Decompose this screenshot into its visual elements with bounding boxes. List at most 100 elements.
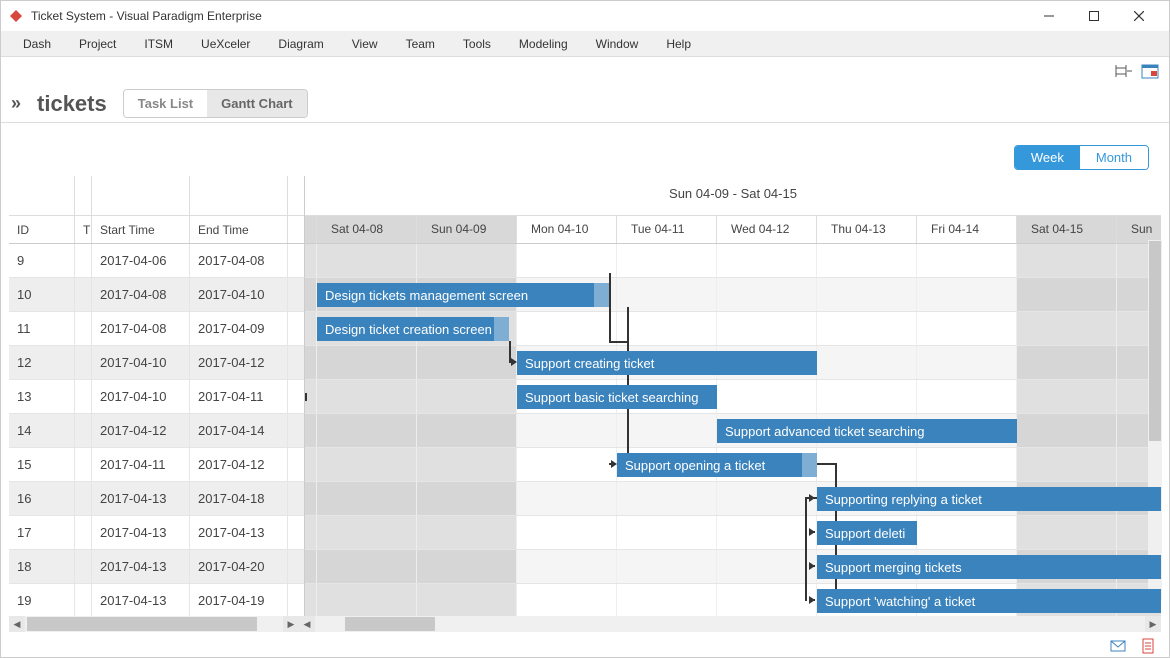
table-row[interactable]: 12 2017-04-10 2017-04-12 — [9, 346, 304, 380]
scroll-left-arrow-icon[interactable]: ◀ — [9, 616, 25, 632]
day-column-header[interactable]: Sun 04-09 — [417, 216, 517, 243]
vertical-scrollbar[interactable] — [1148, 240, 1162, 600]
tab-task-list[interactable]: Task List — [124, 90, 207, 117]
cell-id: 19 — [9, 584, 75, 616]
menu-itsm[interactable]: ITSM — [130, 33, 187, 55]
menu-dash[interactable]: Dash — [9, 33, 65, 55]
page-header: » tickets Task List Gantt Chart — [1, 85, 1169, 123]
table-row[interactable]: 11 2017-04-08 2017-04-09 — [9, 312, 304, 346]
cell-t — [75, 516, 92, 549]
gantt-row: Support opening a ticket — [305, 448, 1161, 482]
scroll-thumb[interactable] — [345, 617, 435, 631]
maximize-button[interactable] — [1071, 1, 1116, 31]
day-column-header[interactable]: Thu 04-13 — [817, 216, 917, 243]
gantt-row: Design tickets management screen — [305, 278, 1161, 312]
column-id-header[interactable]: ID — [9, 216, 75, 243]
day-column-header[interactable]: Fri 04-14 — [917, 216, 1017, 243]
menu-window[interactable]: Window — [582, 33, 653, 55]
menu-uexceler[interactable]: UeXceler — [187, 33, 264, 55]
cell-t — [75, 380, 92, 413]
view-week-button[interactable]: Week — [1015, 146, 1080, 169]
gantt-bar[interactable]: Support creating ticket — [517, 351, 817, 375]
day-column-header[interactable]: Mon 04-10 — [517, 216, 617, 243]
menu-project[interactable]: Project — [65, 33, 130, 55]
day-column-header[interactable]: Sat 04-08 — [317, 216, 417, 243]
gantt-bar[interactable]: Design ticket creation screen — [317, 317, 509, 341]
scroll-left-arrow-icon[interactable]: ◀ — [299, 616, 315, 632]
table-row[interactable]: 15 2017-04-11 2017-04-12 — [9, 448, 304, 482]
cell-extra — [288, 346, 304, 379]
cell-t — [75, 584, 92, 616]
column-t-header[interactable]: T — [75, 216, 92, 243]
gantt-bar[interactable]: Support 'watching' a ticket — [817, 589, 1161, 613]
scroll-thumb[interactable] — [1149, 241, 1161, 441]
gantt-bar[interactable]: Support merging tickets — [817, 555, 1161, 579]
scroll-right-arrow-icon[interactable]: ▶ — [283, 616, 299, 632]
menu-modeling[interactable]: Modeling — [505, 33, 582, 55]
table-row[interactable]: 19 2017-04-13 2017-04-19 — [9, 584, 304, 616]
cell-id: 9 — [9, 244, 75, 277]
cell-start: 2017-04-13 — [92, 516, 190, 549]
cell-end: 2017-04-10 — [190, 278, 288, 311]
cell-end: 2017-04-09 — [190, 312, 288, 345]
minimize-button[interactable] — [1026, 1, 1071, 31]
day-column-header[interactable]: Sat 04-15 — [1017, 216, 1117, 243]
gantt-row: Support creating ticket — [305, 346, 1161, 380]
gantt-hscroll[interactable]: ◀ ▶ — [299, 616, 1161, 632]
status-bar — [1110, 638, 1156, 654]
cell-end: 2017-04-13 — [190, 516, 288, 549]
gantt-row: Supporting replying a ticket — [305, 482, 1161, 516]
table-row[interactable]: 17 2017-04-13 2017-04-13 — [9, 516, 304, 550]
cell-start: 2017-04-10 — [92, 380, 190, 413]
menu-view[interactable]: View — [338, 33, 392, 55]
cell-extra — [288, 584, 304, 616]
menu-diagram[interactable]: Diagram — [264, 33, 337, 55]
view-toggle-row: Week Month — [1, 127, 1169, 176]
cell-id: 10 — [9, 278, 75, 311]
window-title: Ticket System - Visual Paradigm Enterpri… — [31, 9, 1026, 23]
table-header: ID T Start Time End Time — [9, 216, 304, 244]
table-row[interactable]: 16 2017-04-13 2017-04-18 — [9, 482, 304, 516]
cell-end: 2017-04-08 — [190, 244, 288, 277]
document-icon[interactable] — [1140, 638, 1156, 654]
day-column-header[interactable]: Tue 04-11 — [617, 216, 717, 243]
cell-extra — [288, 244, 304, 277]
view-month-button[interactable]: Month — [1080, 146, 1148, 169]
table-row[interactable]: 18 2017-04-13 2017-04-20 — [9, 550, 304, 584]
close-button[interactable] — [1116, 1, 1161, 31]
table-row[interactable]: 13 2017-04-10 2017-04-11 — [9, 380, 304, 414]
scroll-right-arrow-icon[interactable]: ▶ — [1145, 616, 1161, 632]
cell-start: 2017-04-13 — [92, 482, 190, 515]
column-extra-header[interactable] — [288, 216, 304, 243]
table-row[interactable]: 9 2017-04-06 2017-04-08 — [9, 244, 304, 278]
menu-tools[interactable]: Tools — [449, 33, 505, 55]
cell-end: 2017-04-12 — [190, 346, 288, 379]
day-column-header[interactable]: Sun — [1117, 216, 1161, 243]
mail-icon[interactable] — [1110, 638, 1126, 654]
gantt-bar[interactable]: Support deleti — [817, 521, 917, 545]
baseline-icon[interactable] — [1115, 62, 1133, 80]
cell-extra — [288, 380, 304, 413]
gantt-bar[interactable]: Design tickets management screen — [317, 283, 609, 307]
gantt-bar[interactable]: Support advanced ticket searching — [717, 419, 1017, 443]
cell-end: 2017-04-14 — [190, 414, 288, 447]
cell-extra — [288, 414, 304, 447]
gantt-bar[interactable]: Support opening a ticket — [617, 453, 817, 477]
gantt-bar[interactable]: Supporting replying a ticket — [817, 487, 1161, 511]
table-row[interactable]: 10 2017-04-08 2017-04-10 — [9, 278, 304, 312]
gantt-row — [305, 244, 1161, 278]
table-hscroll[interactable]: ◀ ▶ — [9, 616, 299, 632]
calendar-icon[interactable] — [1141, 62, 1159, 80]
day-column-header[interactable]: Wed 04-12 — [717, 216, 817, 243]
gantt-bar[interactable]: Support basic ticket searching — [517, 385, 717, 409]
column-start-header[interactable]: Start Time — [92, 216, 190, 243]
tab-gantt-chart[interactable]: Gantt Chart — [207, 90, 307, 117]
cell-t — [75, 346, 92, 379]
cell-start: 2017-04-12 — [92, 414, 190, 447]
app-logo-icon — [9, 9, 23, 23]
column-end-header[interactable]: End Time — [190, 216, 288, 243]
menu-help[interactable]: Help — [652, 33, 705, 55]
menu-team[interactable]: Team — [392, 33, 449, 55]
scroll-thumb[interactable] — [27, 617, 257, 631]
table-row[interactable]: 14 2017-04-12 2017-04-14 — [9, 414, 304, 448]
